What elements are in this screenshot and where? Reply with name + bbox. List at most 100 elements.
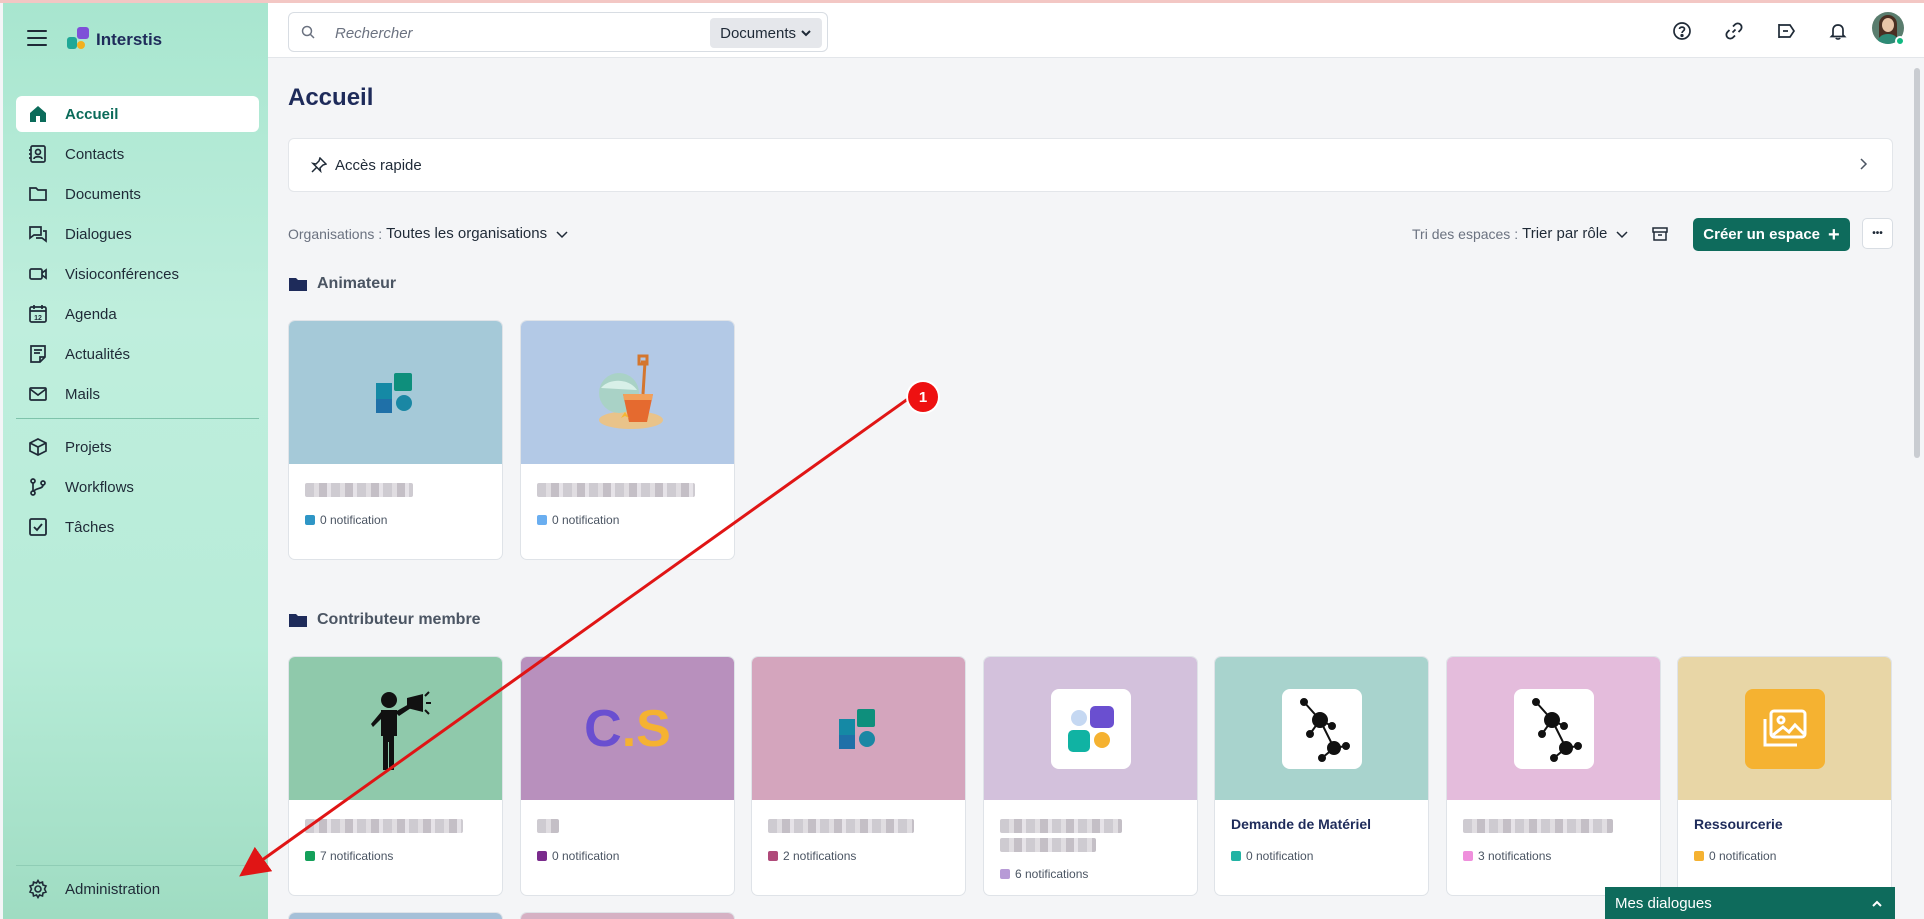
sidebar-item-taches[interactable]: Tâches	[16, 509, 259, 545]
checkbox-icon	[27, 516, 49, 538]
folder-icon	[289, 614, 307, 627]
sidebar-item-agenda[interactable]: 12 Agenda	[16, 296, 259, 332]
space-thumbnail	[289, 321, 502, 464]
sidebar-item-mails[interactable]: Mails	[16, 376, 259, 412]
space-thumbnail	[1215, 657, 1428, 800]
space-tile	[1050, 688, 1131, 769]
my-dialogues-bar[interactable]: Mes dialogues	[1605, 887, 1895, 919]
sidebar-item-label: Visioconférences	[65, 265, 179, 283]
space-thumbnail	[1447, 657, 1660, 800]
gear-icon	[27, 878, 49, 900]
space-name: Demande de Matériel	[1231, 816, 1372, 832]
chevron-down-icon	[556, 230, 568, 238]
space-card[interactable]: 3 notifications	[1446, 656, 1661, 896]
sidebar-item-administration[interactable]: Administration	[16, 871, 259, 907]
chevron-down-icon	[801, 30, 811, 37]
space-card[interactable]: Ressourcerie 0 notification	[1677, 656, 1892, 896]
space-card[interactable]: 6 notifications	[983, 656, 1198, 896]
space-thumbnail	[752, 657, 965, 800]
space-card[interactable]: 2 notifications	[751, 656, 966, 896]
search-icon	[301, 25, 315, 44]
my-dialogues-label: Mes dialogues	[1615, 894, 1712, 912]
link-icon[interactable]	[1722, 19, 1746, 43]
sidebar-item-label: Contacts	[65, 145, 125, 163]
space-name-redacted	[768, 819, 914, 833]
space-tile	[1513, 688, 1594, 769]
space-card[interactable]: 0 notification	[288, 320, 503, 560]
notification-count: 0 notification	[1694, 849, 1776, 863]
folder-icon	[289, 278, 307, 291]
create-space-button[interactable]: Créer un espace +	[1693, 218, 1850, 251]
folder-icon	[27, 183, 49, 205]
organisation-filter[interactable]: Organisations : Toutes les organisations	[288, 225, 569, 242]
quick-access-panel[interactable]: Accès rapide	[288, 138, 1893, 192]
space-card[interactable]	[288, 912, 503, 919]
space-name-redacted	[1463, 819, 1613, 833]
pin-icon	[310, 156, 328, 178]
menu-icon[interactable]	[27, 30, 47, 46]
images-icon	[1763, 709, 1806, 746]
sidebar-item-contacts[interactable]: Contacts	[16, 136, 259, 172]
contacts-icon	[27, 143, 49, 165]
organisation-filter-value: Toutes les organisations	[386, 225, 548, 242]
bell-icon[interactable]	[1826, 19, 1850, 43]
beach-bucket-icon	[598, 354, 663, 429]
sort-value: Trier par rôle	[1522, 225, 1608, 242]
search-box: Documents	[288, 12, 828, 52]
plus-icon: +	[1828, 223, 1840, 246]
more-options-button[interactable]: •••	[1862, 218, 1893, 249]
space-thumbnail	[521, 913, 734, 919]
space-thumbnail	[289, 913, 502, 919]
section-contributeur-membre: Contributeur membre	[288, 611, 481, 629]
more-options-icon: •••	[1872, 228, 1883, 239]
section-title: Animateur	[317, 275, 397, 292]
archive-icon	[1652, 227, 1668, 241]
sidebar-item-documents[interactable]: Documents	[16, 176, 259, 212]
space-card[interactable]: C.S 0 notification	[520, 656, 735, 896]
chevron-right-icon	[1856, 157, 1870, 176]
space-card[interactable]: 7 notifications	[288, 656, 503, 896]
search-input[interactable]	[335, 21, 685, 45]
space-thumbnail	[984, 657, 1197, 800]
sidebar-item-workflows[interactable]: Workflows	[16, 469, 259, 505]
notification-count: 0 notification	[1231, 849, 1313, 863]
notification-count: 0 notification	[305, 513, 387, 527]
quick-access-label: Accès rapide	[335, 157, 422, 174]
scrollbar-thumb[interactable]	[1914, 68, 1920, 458]
space-card[interactable]: Demande de Matériel 0 notification	[1214, 656, 1429, 896]
cube-icon	[27, 436, 49, 458]
sidebar-divider	[16, 418, 259, 419]
sidebar-item-actualites[interactable]: Actualités	[16, 336, 259, 372]
space-card[interactable]: 0 notification	[520, 320, 735, 560]
workflow-icon	[27, 476, 49, 498]
create-space-label: Créer un espace	[1703, 226, 1821, 243]
sidebar-item-projets[interactable]: Projets	[16, 429, 259, 465]
sidebar-item-label: Workflows	[65, 478, 134, 496]
space-thumbnail: C.S	[521, 657, 734, 800]
notification-count: 0 notification	[537, 849, 619, 863]
sidebar-item-label: Actualités	[65, 345, 131, 363]
section-title: Contributeur membre	[317, 611, 481, 628]
sidebar-header: Interstis	[3, 3, 268, 75]
sidebar-item-visioconferences[interactable]: Visioconférences	[16, 256, 259, 292]
space-name: Ressourcerie	[1694, 816, 1783, 832]
sidebar-nav: Accueil Contacts Documents Dialogues Vis…	[16, 96, 259, 549]
sidebar-item-label: Administration	[65, 880, 161, 898]
video-icon	[27, 263, 49, 285]
space-tile	[1744, 688, 1825, 769]
help-icon[interactable]	[1670, 19, 1694, 43]
person-megaphone-icon	[370, 690, 431, 770]
sort-dropdown[interactable]: Tri des espaces : Trier par rôle	[1412, 225, 1629, 242]
search-scope-dropdown[interactable]: Documents	[710, 18, 822, 48]
page-scrollbar[interactable]	[1912, 58, 1922, 919]
megaphone-icon[interactable]	[1774, 19, 1798, 43]
archive-button[interactable]	[1648, 222, 1672, 246]
sidebar-item-dialogues[interactable]: Dialogues	[16, 216, 259, 252]
sidebar-item-accueil[interactable]: Accueil	[16, 96, 259, 132]
notification-count: 3 notifications	[1463, 849, 1551, 863]
space-thumbnail	[1678, 657, 1891, 800]
space-card[interactable]	[520, 912, 735, 919]
interstis-shapes-icon	[838, 708, 875, 749]
interstis-logo	[65, 25, 91, 51]
organisation-filter-label: Organisations :	[288, 225, 383, 242]
